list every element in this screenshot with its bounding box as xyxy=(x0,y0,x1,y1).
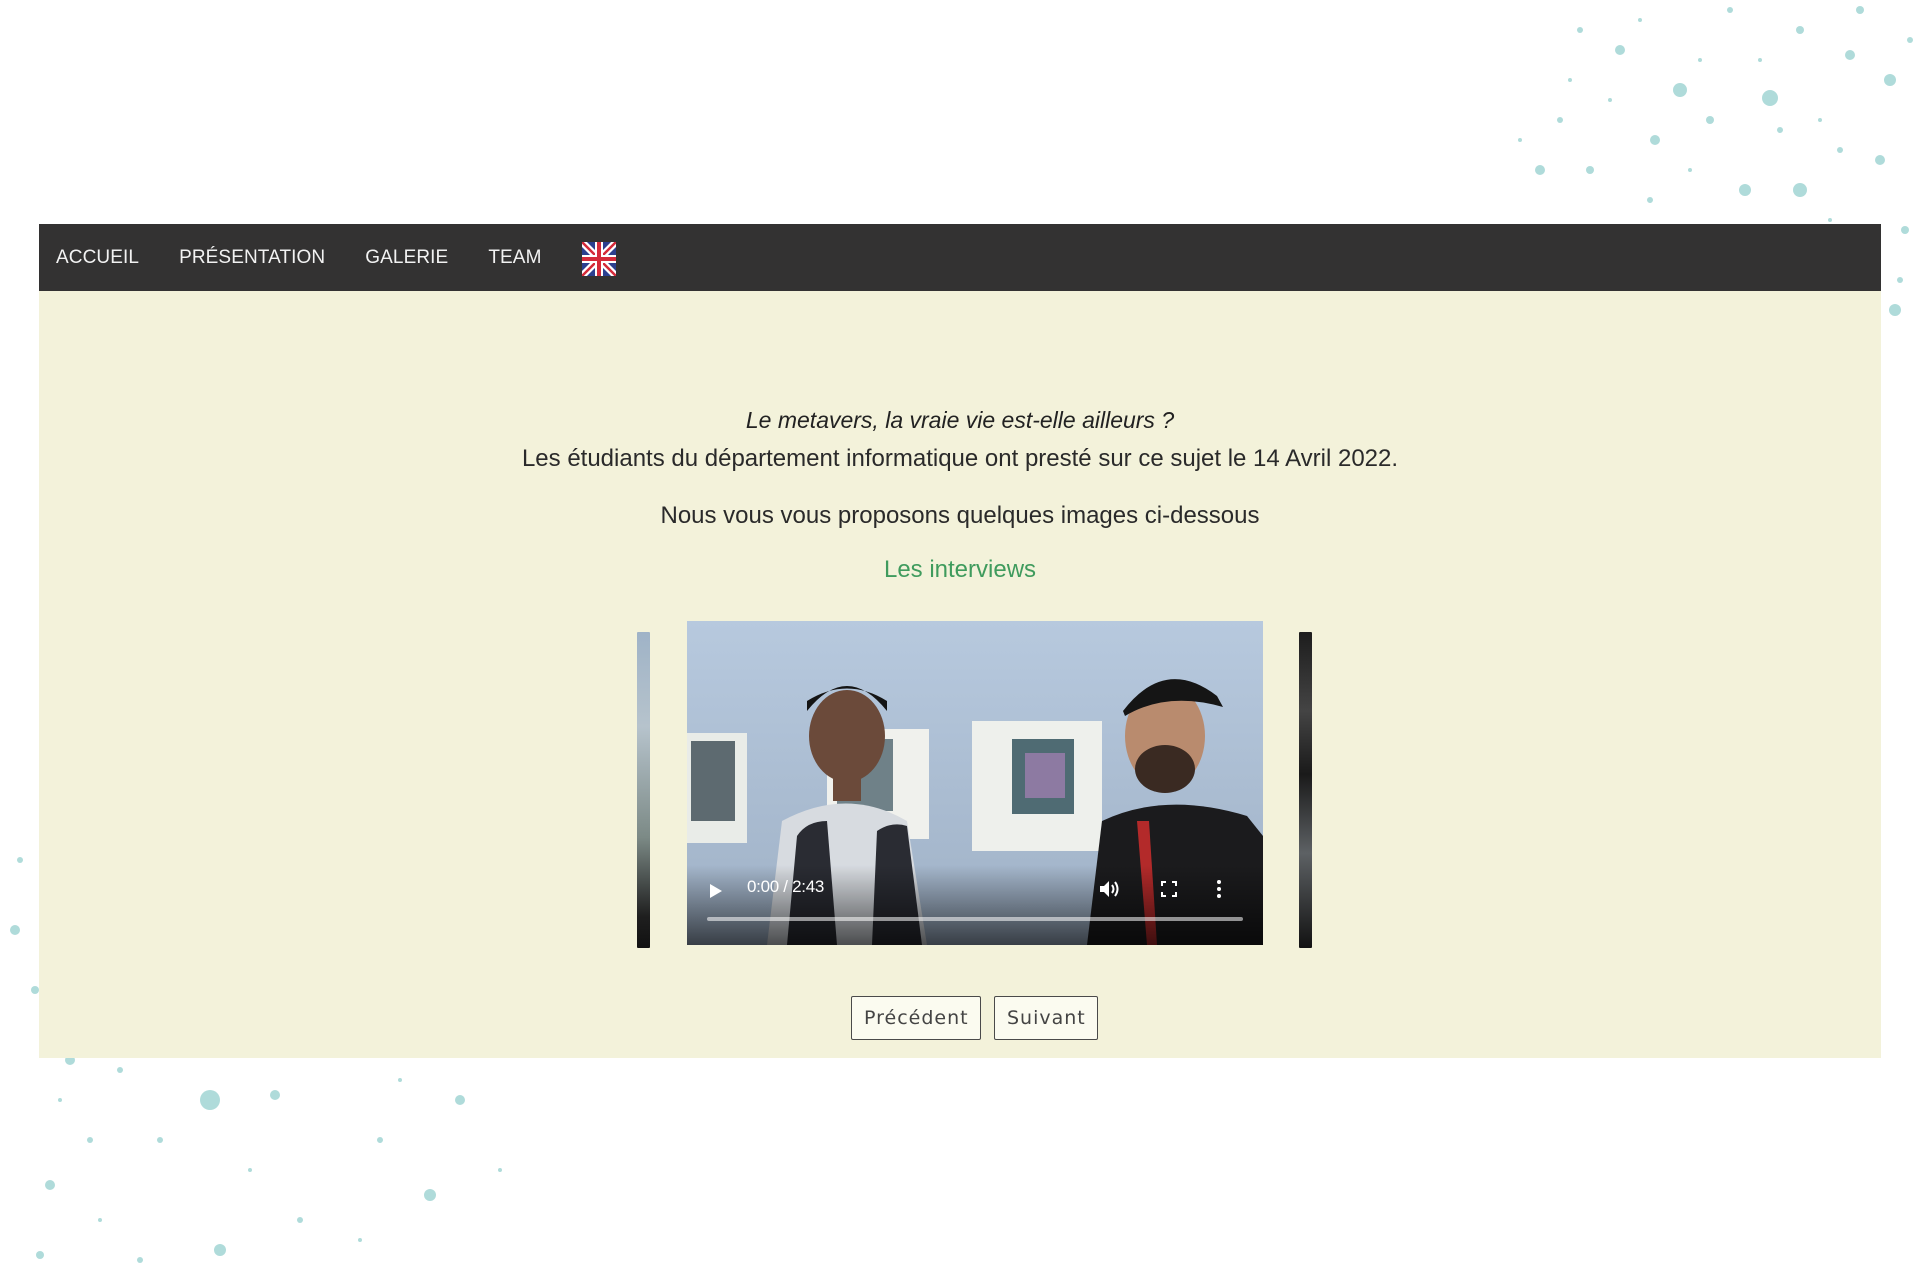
volume-icon[interactable] xyxy=(1099,879,1121,899)
nav-galerie[interactable]: GALERIE xyxy=(365,247,448,269)
page-headline: Le metavers, la vraie vie est-elle aille… xyxy=(745,407,1175,433)
nav-accueil[interactable]: ACCUEIL xyxy=(56,247,139,269)
video-progress-bar[interactable] xyxy=(707,917,1243,921)
interviews-heading: Les interviews xyxy=(883,556,1037,583)
play-icon[interactable] xyxy=(709,883,723,899)
fullscreen-icon[interactable] xyxy=(1161,881,1177,897)
video-time-display: 0:00 / 2:43 xyxy=(747,877,825,896)
previous-slide-preview[interactable] xyxy=(637,632,650,948)
uk-flag-icon[interactable] xyxy=(581,241,616,276)
page-proposal-text: Nous vous vous proposons quelques images… xyxy=(660,502,1260,529)
nav-presentation[interactable]: PRÉSENTATION xyxy=(179,247,325,269)
more-options-icon[interactable] xyxy=(1216,879,1222,899)
top-navbar: ACCUEIL PRÉSENTATION GALERIE TEAM xyxy=(39,224,1881,291)
page-subline: Les étudiants du département informatiqu… xyxy=(521,445,1399,472)
video-carousel: 0:00 / 2:43 xyxy=(39,621,1881,951)
nav-team[interactable]: TEAM xyxy=(488,247,541,269)
previous-button[interactable]: Précédent xyxy=(851,996,981,1040)
video-controls: 0:00 / 2:43 xyxy=(687,865,1263,945)
video-player[interactable]: 0:00 / 2:43 xyxy=(687,621,1263,945)
next-button[interactable]: Suivant xyxy=(994,996,1098,1040)
page-frame: ACCUEIL PRÉSENTATION GALERIE TEAM Le met… xyxy=(39,224,1881,1058)
next-slide-preview[interactable] xyxy=(1299,632,1312,948)
